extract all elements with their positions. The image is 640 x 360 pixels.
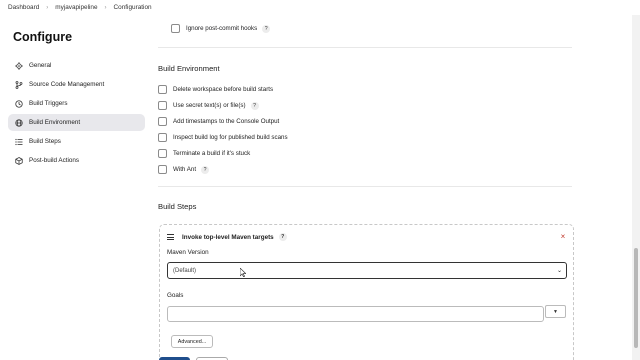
sidebar-item-label: Post-build Actions: [29, 157, 80, 164]
goals-input[interactable]: [167, 306, 544, 322]
breadcrumb-pipeline[interactable]: myjavapipeline: [55, 4, 97, 11]
sidebar-item-post-build-actions[interactable]: Post-build Actions: [8, 152, 145, 169]
sidebar-item-label: Source Code Management: [29, 81, 105, 88]
globe-icon: [14, 118, 24, 128]
breadcrumb-separator-icon: ›: [46, 4, 49, 11]
build-environment-title: Build Environment: [158, 64, 220, 73]
chevron-down-icon: ⌄: [556, 268, 562, 274]
gear-icon: [14, 61, 24, 71]
help-icon[interactable]: ?: [250, 101, 259, 110]
mouse-cursor-icon: [240, 268, 246, 277]
help-icon[interactable]: ?: [201, 165, 210, 174]
build-steps-title: Build Steps: [158, 202, 197, 211]
close-icon[interactable]: ×: [557, 230, 569, 242]
option-label: Ignore post-commit hooks: [186, 25, 258, 32]
breadcrumb-separator-icon: ›: [104, 4, 107, 11]
sidebar-item-label: Build Environment: [29, 119, 81, 126]
advanced-button[interactable]: Advanced...: [171, 335, 213, 348]
section-divider: [158, 186, 572, 187]
ignore-post-commit-hooks-option: Ignore post-commit hooks ?: [171, 24, 271, 33]
maven-version-label: Maven Version: [167, 249, 209, 256]
drag-handle-icon[interactable]: [167, 234, 174, 241]
terminate-stuck-build-checkbox[interactable]: [158, 149, 167, 158]
sidebar-item-general[interactable]: General: [8, 57, 145, 74]
option-label: Use secret text(s) or file(s): [173, 102, 246, 109]
sidebar-item-build-steps[interactable]: Build Steps: [8, 133, 145, 150]
section-divider: [158, 47, 572, 48]
scrollbar[interactable]: [632, 15, 640, 360]
maven-build-step: Invoke top-level Maven targets ? × Maven…: [159, 224, 574, 360]
scrollbar-thumb[interactable]: [634, 248, 638, 348]
option-terminate-stuck-build: Terminate a build if it's stuck: [158, 149, 250, 158]
clock-icon: [14, 99, 24, 109]
inspect-build-log-checkbox[interactable]: [158, 133, 167, 142]
option-label: Inspect build log for published build sc…: [173, 134, 288, 141]
maven-version-select[interactable]: (Default) ⌄: [167, 262, 567, 279]
sidebar-item-build-environment[interactable]: Build Environment: [8, 114, 145, 131]
with-ant-checkbox[interactable]: [158, 165, 167, 174]
delete-workspace-checkbox[interactable]: [158, 85, 167, 94]
sidebar-item-build-triggers[interactable]: Build Triggers: [8, 95, 145, 112]
option-label: Add timestamps to the Console Output: [173, 118, 280, 125]
option-delete-workspace: Delete workspace before build starts: [158, 85, 273, 94]
sidebar-item-label: Build Triggers: [29, 100, 68, 107]
option-add-timestamps: Add timestamps to the Console Output: [158, 117, 279, 126]
sidebar-item-source-code-management[interactable]: Source Code Management: [8, 76, 145, 93]
sidebar-item-label: Build Steps: [29, 138, 61, 145]
option-label: Terminate a build if it's stuck: [173, 150, 251, 157]
list-icon: [14, 137, 24, 147]
breadcrumb-configuration[interactable]: Configuration: [114, 4, 152, 11]
help-icon[interactable]: ?: [278, 233, 287, 241]
maven-version-value: (Default): [173, 267, 197, 274]
sidebar-item-label: General: [29, 62, 52, 69]
page-title: Configure: [13, 30, 73, 44]
sidebar: General Source Code Management Build Tri…: [8, 57, 145, 171]
breadcrumb-dashboard[interactable]: Dashboard: [8, 4, 39, 11]
use-secret-text-checkbox[interactable]: [158, 101, 167, 110]
branch-icon: [14, 80, 24, 90]
goals-label: Goals: [167, 292, 184, 299]
cube-icon: [14, 156, 24, 166]
breadcrumb: Dashboard › myjavapipeline › Configurati…: [0, 0, 640, 15]
add-timestamps-checkbox[interactable]: [158, 117, 167, 126]
step-title: Invoke top-level Maven targets ?: [182, 233, 287, 241]
ignore-post-commit-hooks-checkbox[interactable]: [171, 24, 180, 33]
option-with-ant: With Ant ?: [158, 165, 210, 174]
step-title-label: Invoke top-level Maven targets: [182, 233, 274, 241]
option-use-secret-text: Use secret text(s) or file(s) ?: [158, 101, 259, 110]
help-icon[interactable]: ?: [262, 24, 271, 33]
option-inspect-build-log: Inspect build log for published build sc…: [158, 133, 288, 142]
option-label: Delete workspace before build starts: [173, 86, 274, 93]
expand-textarea-button[interactable]: ▼: [545, 305, 566, 318]
option-label: With Ant: [173, 166, 197, 173]
